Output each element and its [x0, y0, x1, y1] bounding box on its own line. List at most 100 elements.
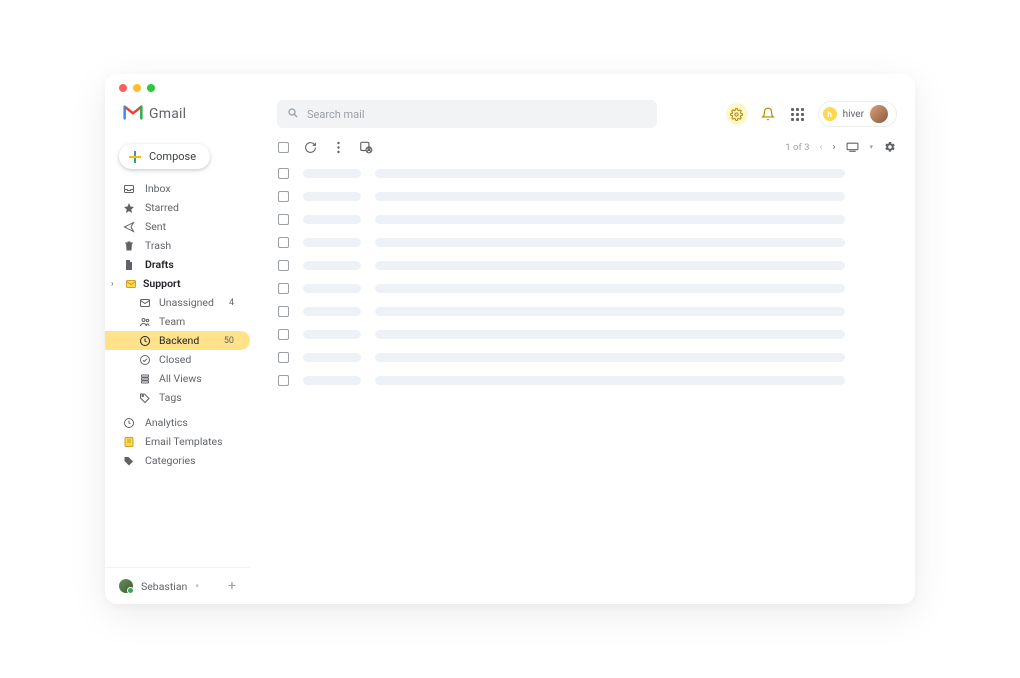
compose-button[interactable]: Compose [119, 144, 210, 169]
sidebar-item-label: Drafts [145, 258, 174, 271]
plus-icon [129, 151, 141, 163]
sender-placeholder [303, 376, 361, 385]
tag-solid-icon [123, 455, 135, 467]
search-icon [287, 107, 299, 122]
next-page-icon[interactable]: › [832, 142, 835, 153]
mail-row[interactable] [278, 306, 897, 317]
new-chat-plus-icon[interactable]: + [228, 578, 236, 594]
row-checkbox[interactable] [278, 329, 289, 340]
prev-page-icon[interactable]: ‹ [819, 142, 822, 153]
tag-icon [139, 392, 151, 404]
refresh-icon[interactable] [303, 140, 317, 154]
sidebar-item-label: All Views [159, 372, 202, 385]
sender-placeholder [303, 284, 361, 293]
input-tools-caret-icon[interactable]: ▾ [869, 143, 873, 151]
team-icon [139, 316, 151, 328]
subject-placeholder [375, 376, 845, 385]
hangouts-user-row[interactable]: Sebastian ▾ + [105, 567, 250, 604]
sidebar-item-trash[interactable]: Trash [105, 236, 250, 255]
sidebar-item-label: Inbox [145, 182, 171, 195]
sidebar-item-count: 50 [224, 336, 240, 346]
support-envelope-icon [125, 278, 137, 290]
sidebar-subitem-backend[interactable]: Backend 50 [105, 331, 250, 350]
sidebar-subitem-unassigned[interactable]: Unassigned 4 [105, 293, 250, 312]
hiver-badge[interactable]: h hiver [818, 101, 897, 127]
pagination-info: 1 of 3 [785, 142, 809, 153]
inbox-icon [123, 183, 135, 195]
check-icon [139, 354, 151, 366]
sidebar-item-templates[interactable]: Email Templates [105, 432, 250, 451]
sender-placeholder [303, 215, 361, 224]
sidebar-item-label: Categories [145, 454, 196, 467]
gmail-logo[interactable]: Gmail [123, 105, 243, 124]
mail-row[interactable] [278, 352, 897, 363]
mail-row[interactable] [278, 329, 897, 340]
row-checkbox[interactable] [278, 168, 289, 179]
subject-placeholder [375, 238, 845, 247]
sidebar-item-sent[interactable]: Sent [105, 217, 250, 236]
sidebar-item-label: Trash [145, 239, 171, 252]
select-all-checkbox[interactable] [278, 142, 289, 153]
sidebar-item-inbox[interactable]: Inbox [105, 179, 250, 198]
sidebar-item-drafts[interactable]: Drafts [105, 255, 250, 274]
sender-placeholder [303, 169, 361, 178]
mail-row[interactable] [278, 168, 897, 179]
chevron-right-icon: › [111, 279, 119, 288]
row-checkbox[interactable] [278, 375, 289, 386]
row-checkbox[interactable] [278, 260, 289, 271]
subject-placeholder [375, 215, 845, 224]
assign-user-icon[interactable] [359, 140, 373, 154]
settings-gear-icon[interactable] [726, 103, 748, 125]
subject-placeholder [375, 330, 845, 339]
maximize-window-button[interactable] [147, 84, 155, 92]
hiver-logo-icon: h [823, 107, 837, 121]
sidebar-item-label: Closed [159, 353, 191, 366]
mail-row[interactable] [278, 237, 897, 248]
file-icon [123, 259, 135, 271]
trash-icon [123, 240, 135, 252]
mail-row[interactable] [278, 375, 897, 386]
row-checkbox[interactable] [278, 352, 289, 363]
sidebar-subitem-allviews[interactable]: All Views [105, 369, 250, 388]
top-right-actions: h hiver [726, 101, 897, 127]
close-window-button[interactable] [119, 84, 127, 92]
notifications-bell-icon[interactable] [758, 104, 778, 124]
google-apps-icon[interactable] [788, 104, 808, 124]
list-settings-gear-icon[interactable] [883, 140, 897, 154]
more-menu-icon[interactable] [331, 140, 345, 154]
search-input[interactable]: Search mail [277, 100, 657, 128]
send-icon [123, 221, 135, 233]
input-tools-icon[interactable] [845, 140, 859, 154]
subject-placeholder [375, 353, 845, 362]
sidebar-subitem-tags[interactable]: Tags [105, 388, 250, 407]
sidebar-item-support[interactable]: › Support [105, 274, 250, 293]
sidebar-item-count: 4 [229, 298, 240, 308]
sidebar-item-label: Unassigned [159, 296, 214, 309]
user-presence-avatar [119, 579, 133, 593]
mail-row[interactable] [278, 191, 897, 202]
row-checkbox[interactable] [278, 283, 289, 294]
user-avatar[interactable] [870, 105, 888, 123]
sidebar-item-analytics[interactable]: Analytics [105, 413, 250, 432]
sidebar-item-label: Starred [145, 201, 179, 214]
sidebar-item-label: Backend [159, 334, 199, 347]
envelope-icon [139, 297, 151, 309]
user-menu-caret-icon[interactable]: ▾ [195, 582, 199, 590]
sidebar-item-starred[interactable]: Starred [105, 198, 250, 217]
sidebar: Compose Inbox Starred Sent Trash Drafts › Su… [105, 134, 250, 604]
mail-row[interactable] [278, 260, 897, 271]
sidebar-subitem-closed[interactable]: Closed [105, 350, 250, 369]
mail-row[interactable] [278, 214, 897, 225]
subject-placeholder [375, 284, 845, 293]
row-checkbox[interactable] [278, 214, 289, 225]
row-checkbox[interactable] [278, 237, 289, 248]
row-checkbox[interactable] [278, 191, 289, 202]
minimize-window-button[interactable] [133, 84, 141, 92]
mail-row[interactable] [278, 283, 897, 294]
mail-list [250, 162, 897, 386]
sidebar-item-categories[interactable]: Categories [105, 451, 250, 470]
sidebar-item-label: Analytics [145, 416, 188, 429]
sidebar-subitem-team[interactable]: Team [105, 312, 250, 331]
row-checkbox[interactable] [278, 306, 289, 317]
subject-placeholder [375, 169, 845, 178]
